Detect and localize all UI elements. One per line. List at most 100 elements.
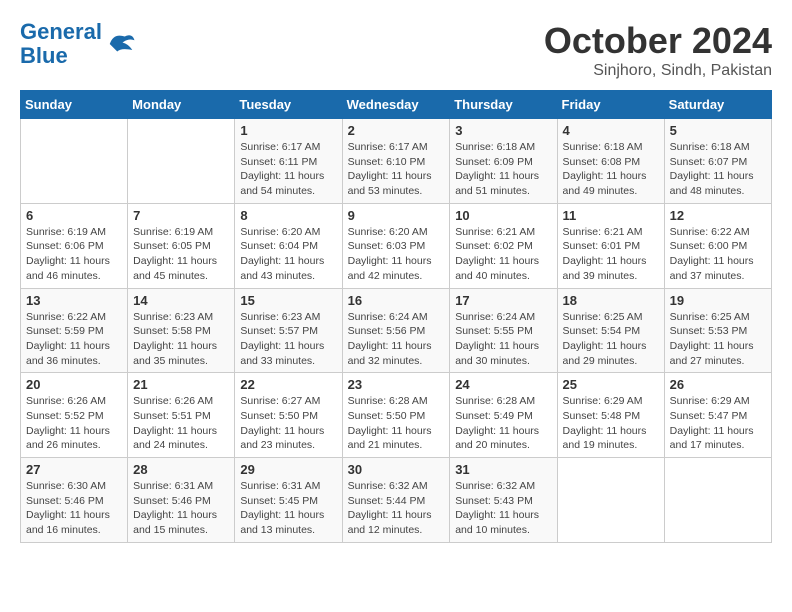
calendar-cell: 21 Sunrise: 6:26 AM Sunset: 5:51 PM Dayli…: [128, 373, 235, 458]
calendar-cell: 12 Sunrise: 6:22 AM Sunset: 6:00 PM Dayli…: [664, 203, 771, 288]
day-number: 5: [670, 123, 766, 138]
calendar-cell: 19 Sunrise: 6:25 AM Sunset: 5:53 PM Dayli…: [664, 288, 771, 373]
calendar-cell: 27Sunrise: 6:30 AM Sunset: 5:46 PM Dayli…: [21, 458, 128, 543]
day-number: 8: [240, 208, 336, 223]
calendar-cell: 1Sunrise: 6:17 AM Sunset: 6:11 PM Daylig…: [235, 119, 342, 204]
calendar-cell: 22Sunrise: 6:27 AM Sunset: 5:50 PM Dayli…: [235, 373, 342, 458]
day-number: 20: [26, 377, 122, 392]
weekday-header-thursday: Thursday: [450, 91, 557, 119]
calendar-cell: 5 Sunrise: 6:18 AM Sunset: 6:07 PM Daylig…: [664, 119, 771, 204]
logo-line2: Blue: [20, 43, 68, 68]
day-number: 24: [455, 377, 551, 392]
calendar-cell: 20 Sunrise: 6:26 AM Sunset: 5:52 PM Dayli…: [21, 373, 128, 458]
calendar-cell: [21, 119, 128, 204]
day-info: Sunrise: 6:20 AM Sunset: 6:03 PM Dayligh…: [348, 225, 445, 284]
day-info: Sunrise: 6:32 AM Sunset: 5:43 PM Dayligh…: [455, 479, 551, 538]
title-block: October 2024 Sinjhoro, Sindh, Pakistan: [544, 20, 772, 80]
day-number: 29: [240, 462, 336, 477]
calendar-cell: 13 Sunrise: 6:22 AM Sunset: 5:59 PM Dayli…: [21, 288, 128, 373]
weekday-header-monday: Monday: [128, 91, 235, 119]
day-info: Sunrise: 6:23 AM Sunset: 5:57 PM Dayligh…: [240, 310, 336, 369]
day-info: Sunrise: 6:19 AM Sunset: 6:06 PM Dayligh…: [26, 225, 122, 284]
week-row-4: 20 Sunrise: 6:26 AM Sunset: 5:52 PM Dayli…: [21, 373, 772, 458]
weekday-header-tuesday: Tuesday: [235, 91, 342, 119]
day-info: Sunrise: 6:31 AM Sunset: 5:46 PM Dayligh…: [133, 479, 229, 538]
calendar-cell: 10 Sunrise: 6:21 AM Sunset: 6:02 PM Dayli…: [450, 203, 557, 288]
weekday-header-saturday: Saturday: [664, 91, 771, 119]
calendar-cell: 8 Sunrise: 6:20 AM Sunset: 6:04 PM Daylig…: [235, 203, 342, 288]
page-header: General Blue October 2024 Sinjhoro, Sind…: [20, 20, 772, 80]
week-row-3: 13 Sunrise: 6:22 AM Sunset: 5:59 PM Dayli…: [21, 288, 772, 373]
day-info: Sunrise: 6:25 AM Sunset: 5:53 PM Dayligh…: [670, 310, 766, 369]
day-info: Sunrise: 6:28 AM Sunset: 5:49 PM Dayligh…: [455, 394, 551, 453]
calendar-cell: 7Sunrise: 6:19 AM Sunset: 6:05 PM Daylig…: [128, 203, 235, 288]
calendar-cell: 23 Sunrise: 6:28 AM Sunset: 5:50 PM Dayli…: [342, 373, 450, 458]
day-number: 4: [563, 123, 659, 138]
calendar-cell: 26Sunrise: 6:29 AM Sunset: 5:47 PM Dayli…: [664, 373, 771, 458]
day-info: Sunrise: 6:31 AM Sunset: 5:45 PM Dayligh…: [240, 479, 336, 538]
calendar-cell: 9 Sunrise: 6:20 AM Sunset: 6:03 PM Daylig…: [342, 203, 450, 288]
calendar-cell: 30Sunrise: 6:32 AM Sunset: 5:44 PM Dayli…: [342, 458, 450, 543]
weekday-header-wednesday: Wednesday: [342, 91, 450, 119]
day-number: 17: [455, 293, 551, 308]
calendar-cell: 15 Sunrise: 6:23 AM Sunset: 5:57 PM Dayli…: [235, 288, 342, 373]
logo-bird-icon: [106, 29, 136, 59]
day-info: Sunrise: 6:21 AM Sunset: 6:02 PM Dayligh…: [455, 225, 551, 284]
week-row-1: 1Sunrise: 6:17 AM Sunset: 6:11 PM Daylig…: [21, 119, 772, 204]
day-info: Sunrise: 6:23 AM Sunset: 5:58 PM Dayligh…: [133, 310, 229, 369]
logo: General Blue: [20, 20, 136, 68]
calendar-cell: 11 Sunrise: 6:21 AM Sunset: 6:01 PM Dayli…: [557, 203, 664, 288]
weekday-header-row: SundayMondayTuesdayWednesdayThursdayFrid…: [21, 91, 772, 119]
calendar-cell: [557, 458, 664, 543]
day-info: Sunrise: 6:27 AM Sunset: 5:50 PM Dayligh…: [240, 394, 336, 453]
day-number: 19: [670, 293, 766, 308]
calendar-cell: 17 Sunrise: 6:24 AM Sunset: 5:55 PM Dayli…: [450, 288, 557, 373]
day-info: Sunrise: 6:26 AM Sunset: 5:51 PM Dayligh…: [133, 394, 229, 453]
day-number: 11: [563, 208, 659, 223]
day-info: Sunrise: 6:24 AM Sunset: 5:55 PM Dayligh…: [455, 310, 551, 369]
day-number: 15: [240, 293, 336, 308]
calendar-cell: 3 Sunrise: 6:18 AM Sunset: 6:09 PM Daylig…: [450, 119, 557, 204]
day-info: Sunrise: 6:20 AM Sunset: 6:04 PM Dayligh…: [240, 225, 336, 284]
day-number: 14: [133, 293, 229, 308]
calendar-cell: 18 Sunrise: 6:25 AM Sunset: 5:54 PM Dayli…: [557, 288, 664, 373]
calendar-cell: 24 Sunrise: 6:28 AM Sunset: 5:49 PM Dayli…: [450, 373, 557, 458]
month-title: October 2024: [544, 20, 772, 62]
day-info: Sunrise: 6:18 AM Sunset: 6:07 PM Dayligh…: [670, 140, 766, 199]
day-number: 18: [563, 293, 659, 308]
day-info: Sunrise: 6:32 AM Sunset: 5:44 PM Dayligh…: [348, 479, 445, 538]
day-number: 21: [133, 377, 229, 392]
calendar-cell: 2 Sunrise: 6:17 AM Sunset: 6:10 PM Daylig…: [342, 119, 450, 204]
day-number: 23: [348, 377, 445, 392]
day-number: 7: [133, 208, 229, 223]
day-info: Sunrise: 6:17 AM Sunset: 6:11 PM Dayligh…: [240, 140, 336, 199]
location: Sinjhoro, Sindh, Pakistan: [544, 62, 772, 80]
calendar-cell: 16Sunrise: 6:24 AM Sunset: 5:56 PM Dayli…: [342, 288, 450, 373]
day-info: Sunrise: 6:29 AM Sunset: 5:48 PM Dayligh…: [563, 394, 659, 453]
day-info: Sunrise: 6:22 AM Sunset: 6:00 PM Dayligh…: [670, 225, 766, 284]
calendar-cell: 4Sunrise: 6:18 AM Sunset: 6:08 PM Daylig…: [557, 119, 664, 204]
week-row-2: 6Sunrise: 6:19 AM Sunset: 6:06 PM Daylig…: [21, 203, 772, 288]
calendar-table: SundayMondayTuesdayWednesdayThursdayFrid…: [20, 90, 772, 543]
day-number: 2: [348, 123, 445, 138]
day-info: Sunrise: 6:17 AM Sunset: 6:10 PM Dayligh…: [348, 140, 445, 199]
day-info: Sunrise: 6:18 AM Sunset: 6:09 PM Dayligh…: [455, 140, 551, 199]
day-info: Sunrise: 6:29 AM Sunset: 5:47 PM Dayligh…: [670, 394, 766, 453]
day-number: 28: [133, 462, 229, 477]
day-number: 10: [455, 208, 551, 223]
calendar-cell: 28 Sunrise: 6:31 AM Sunset: 5:46 PM Dayli…: [128, 458, 235, 543]
day-info: Sunrise: 6:25 AM Sunset: 5:54 PM Dayligh…: [563, 310, 659, 369]
day-info: Sunrise: 6:24 AM Sunset: 5:56 PM Dayligh…: [348, 310, 445, 369]
day-number: 9: [348, 208, 445, 223]
day-number: 31: [455, 462, 551, 477]
day-number: 13: [26, 293, 122, 308]
week-row-5: 27Sunrise: 6:30 AM Sunset: 5:46 PM Dayli…: [21, 458, 772, 543]
day-info: Sunrise: 6:26 AM Sunset: 5:52 PM Dayligh…: [26, 394, 122, 453]
calendar-cell: 31 Sunrise: 6:32 AM Sunset: 5:43 PM Dayli…: [450, 458, 557, 543]
day-number: 12: [670, 208, 766, 223]
day-info: Sunrise: 6:22 AM Sunset: 5:59 PM Dayligh…: [26, 310, 122, 369]
day-info: Sunrise: 6:28 AM Sunset: 5:50 PM Dayligh…: [348, 394, 445, 453]
day-info: Sunrise: 6:21 AM Sunset: 6:01 PM Dayligh…: [563, 225, 659, 284]
calendar-cell: [128, 119, 235, 204]
day-number: 3: [455, 123, 551, 138]
